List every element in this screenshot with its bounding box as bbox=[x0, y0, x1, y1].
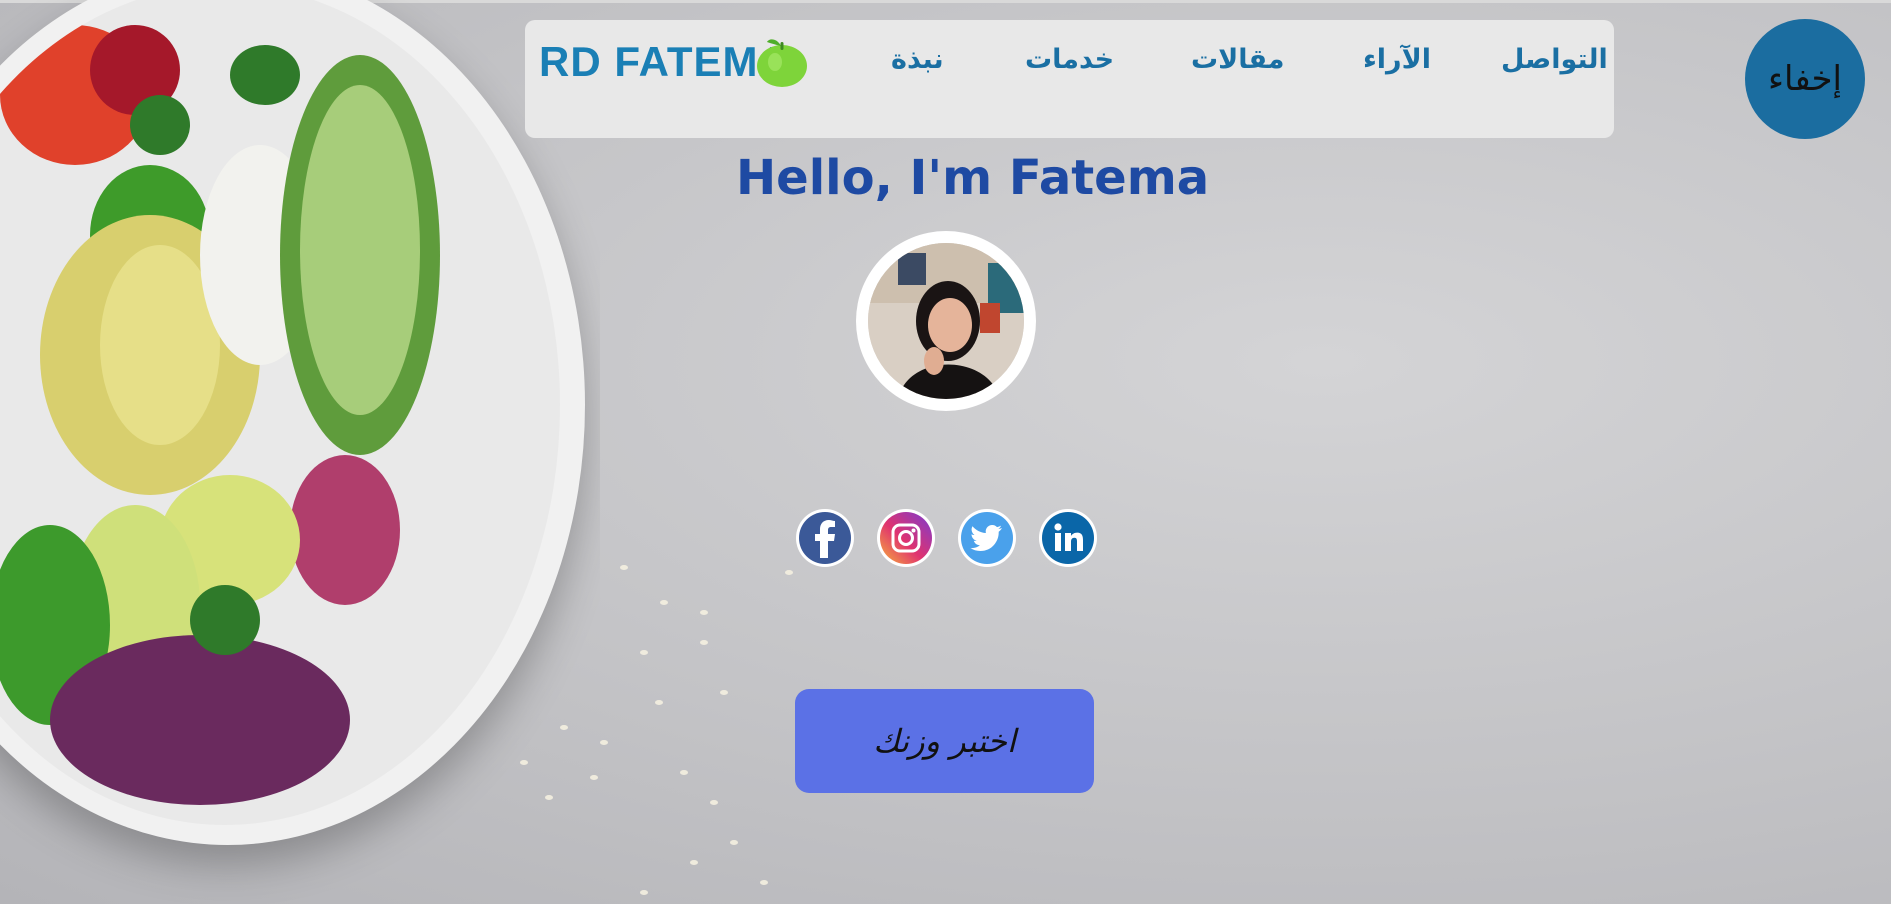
green-apple-icon bbox=[757, 39, 807, 87]
linkedin-icon[interactable] bbox=[1038, 508, 1098, 568]
test-weight-button[interactable]: اختبر وزنك bbox=[795, 689, 1094, 793]
nav-about[interactable]: نبذة bbox=[891, 44, 944, 75]
top-navbar: RD FATEMA التواصل الآراء مقالات خدمات نب… bbox=[525, 20, 1614, 138]
test-weight-button-label: اختبر وزنك bbox=[873, 722, 1016, 760]
food-bowl-image bbox=[0, 0, 600, 904]
hide-button-label: إخفاء bbox=[1767, 59, 1842, 99]
profile-avatar bbox=[856, 231, 1036, 411]
brand-logo-text[interactable]: RD FATEMA bbox=[539, 38, 790, 86]
instagram-icon[interactable] bbox=[876, 508, 936, 568]
nav-services[interactable]: خدمات bbox=[1025, 44, 1114, 75]
hero-headline: Hello, I'm Fatema bbox=[736, 150, 1210, 206]
facebook-icon[interactable] bbox=[795, 508, 855, 568]
hide-button[interactable]: إخفاء bbox=[1745, 19, 1865, 139]
nav-testimonials[interactable]: الآراء bbox=[1363, 44, 1431, 75]
twitter-icon[interactable] bbox=[957, 508, 1017, 568]
profile-photo bbox=[868, 243, 1024, 399]
nav-articles[interactable]: مقالات bbox=[1191, 44, 1285, 75]
nav-contact[interactable]: التواصل bbox=[1501, 44, 1608, 75]
